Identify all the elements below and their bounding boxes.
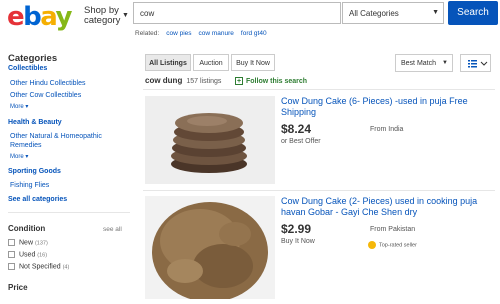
top-rated-badge: Top-rated seller bbox=[368, 241, 417, 249]
top-rated-icon bbox=[368, 241, 376, 249]
result-count: 157 listings bbox=[186, 78, 222, 85]
more-label: More bbox=[10, 104, 24, 110]
item-format: or Best Offer bbox=[281, 138, 321, 145]
item-location: From India bbox=[370, 126, 404, 133]
condition-count: (16) bbox=[37, 252, 48, 259]
checkbox[interactable] bbox=[8, 239, 15, 246]
category-item[interactable]: Fishing Flies bbox=[10, 181, 49, 190]
tab-auction[interactable]: Auction bbox=[193, 54, 229, 71]
ebay-logo[interactable]: ebay bbox=[7, 2, 73, 32]
condition-label: New bbox=[19, 239, 34, 247]
category-heading[interactable]: Health & Beauty bbox=[8, 119, 62, 126]
result-summary: cow dung 157 listings bbox=[145, 76, 221, 85]
cow-dung-cakes-image bbox=[145, 96, 275, 184]
checkbox[interactable] bbox=[8, 251, 15, 258]
result-query: cow dung bbox=[145, 76, 183, 85]
item-title-link[interactable]: Cow Dung Cake (6- Pieces) -used in puja … bbox=[281, 96, 481, 118]
category-item[interactable]: Other Natural & Homeopathic bbox=[10, 132, 102, 141]
chevron-down-icon: ▾ bbox=[25, 154, 29, 160]
category-select[interactable]: All Categories ▼ bbox=[342, 2, 444, 24]
sort-select[interactable]: Best Match ▼ bbox=[395, 54, 453, 72]
chevron-down-icon: ▼ bbox=[122, 12, 129, 19]
logo-letter: b bbox=[23, 2, 42, 32]
shop-by-label: category bbox=[84, 15, 121, 26]
item-thumbnail[interactable] bbox=[145, 96, 275, 184]
divider bbox=[143, 190, 495, 191]
category-select-value: All Categories bbox=[349, 9, 399, 18]
item-price: $2.99 bbox=[281, 222, 312, 236]
sidebar-title-text: Categories bbox=[8, 53, 58, 64]
shop-by-category-button[interactable]: Shop by category ▼ bbox=[84, 6, 129, 26]
sidebar-divider bbox=[8, 212, 130, 213]
category-item[interactable]: Other Cow Collectibles bbox=[10, 91, 81, 100]
item-thumbnail[interactable] bbox=[145, 196, 275, 302]
item-location: From Pakistan bbox=[370, 226, 416, 233]
condition-see-all-link[interactable]: see all bbox=[103, 226, 122, 233]
search-button[interactable]: Search bbox=[448, 1, 498, 25]
chevron-down-icon: ▾ bbox=[25, 104, 29, 110]
list-view-icon bbox=[468, 60, 488, 68]
related-link[interactable]: cow manure bbox=[199, 30, 234, 37]
item-title-link[interactable]: Cow Dung Cake (2- Pieces) used in cookin… bbox=[281, 196, 481, 218]
condition-option[interactable]: Not Specified (4) bbox=[8, 263, 69, 270]
follow-label: Follow this search bbox=[246, 78, 308, 85]
chevron-down-icon: ▼ bbox=[442, 60, 448, 66]
tab-all-listings[interactable]: All Listings bbox=[145, 54, 191, 71]
category-heading[interactable]: Collectibles bbox=[8, 65, 47, 72]
condition-count: (137) bbox=[34, 240, 48, 247]
condition-option[interactable]: New (137) bbox=[8, 239, 48, 246]
more-link[interactable]: More ▾ bbox=[10, 103, 28, 110]
related-link[interactable]: ford gt40 bbox=[241, 30, 267, 37]
more-link[interactable]: More ▾ bbox=[10, 153, 28, 160]
checkbox[interactable] bbox=[8, 263, 15, 270]
top-rated-label: Top-rated seller bbox=[379, 242, 417, 249]
item-price: $8.24 bbox=[281, 122, 312, 136]
logo-letter: y bbox=[55, 2, 73, 32]
condition-label: Not Specified bbox=[19, 263, 61, 271]
price-title: Price bbox=[8, 283, 28, 292]
category-item[interactable]: Other Hindu Collectibles bbox=[10, 79, 85, 88]
category-item[interactable]: Remedies bbox=[10, 141, 42, 150]
more-label: More bbox=[10, 154, 24, 160]
cow-dung-cake-image bbox=[145, 196, 275, 302]
related-label: Related: bbox=[135, 30, 160, 37]
chevron-down-icon: ▼ bbox=[432, 9, 439, 16]
search-input[interactable]: cow bbox=[133, 2, 341, 24]
item-format: Buy It Now bbox=[281, 238, 315, 245]
plus-icon: + bbox=[235, 77, 243, 85]
logo-letter: e bbox=[7, 2, 25, 32]
follow-search-link[interactable]: + Follow this search bbox=[235, 77, 307, 85]
sort-value: Best Match bbox=[401, 60, 437, 67]
view-toggle-button[interactable] bbox=[460, 54, 491, 72]
logo-letter: a bbox=[40, 2, 57, 32]
condition-label: Used bbox=[19, 251, 36, 259]
category-heading[interactable]: Sporting Goods bbox=[8, 168, 61, 175]
condition-count: (4) bbox=[62, 264, 70, 271]
tab-buy-it-now[interactable]: Buy It Now bbox=[231, 54, 275, 71]
sidebar-title: Categories bbox=[8, 48, 57, 66]
condition-title: Condition bbox=[8, 224, 46, 233]
related-searches: Related: cow pies cow manure ford gt40 bbox=[135, 30, 267, 37]
see-all-categories-link[interactable]: See all categories bbox=[8, 196, 67, 203]
divider bbox=[143, 89, 495, 90]
condition-option[interactable]: Used (16) bbox=[8, 251, 47, 258]
related-link[interactable]: cow pies bbox=[166, 30, 191, 37]
